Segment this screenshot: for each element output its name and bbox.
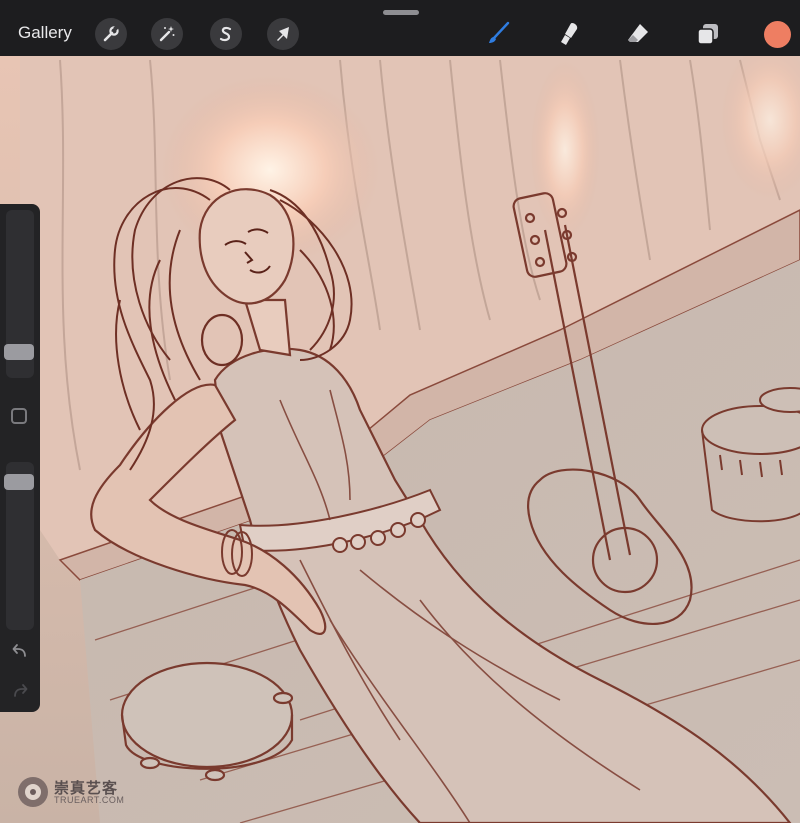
top-toolbar: Gallery [0,0,800,56]
wrench-icon [102,25,120,43]
actions-button[interactable] [95,18,127,50]
modify-button[interactable] [11,408,27,424]
redo-arrow-icon [11,682,29,705]
brush-size-slider[interactable] [4,210,34,378]
smudge-finger-icon [556,21,582,47]
arrow-cursor-icon [274,25,292,43]
top-drag-handle[interactable] [383,10,419,15]
redo-button[interactable] [9,682,31,704]
smudge-button[interactable] [553,18,585,50]
adjustments-button[interactable] [151,18,183,50]
eraser-button[interactable] [622,18,654,50]
color-picker-button[interactable] [764,21,791,48]
eraser-icon [625,21,651,47]
watermark-en-text: TRUEART.COM [54,795,125,805]
magic-wand-icon [158,25,176,43]
opacity-thumb[interactable] [4,474,34,491]
selection-s-icon [217,25,235,43]
selection-button[interactable] [210,18,242,50]
left-sidebar [0,204,40,712]
brush-button[interactable] [482,18,514,50]
undo-arrow-icon [11,642,29,665]
undo-button[interactable] [9,642,31,664]
gallery-button[interactable]: Gallery [18,23,72,43]
opacity-slider[interactable] [4,462,34,630]
watermark: 崇真艺客 TRUEART.COM [14,772,134,812]
layers-icon [695,21,721,47]
brush-size-thumb[interactable] [4,343,34,360]
transform-button[interactable] [267,18,299,50]
layers-button[interactable] [692,18,724,50]
drawing-canvas[interactable] [0,56,800,823]
brush-icon [485,21,511,47]
